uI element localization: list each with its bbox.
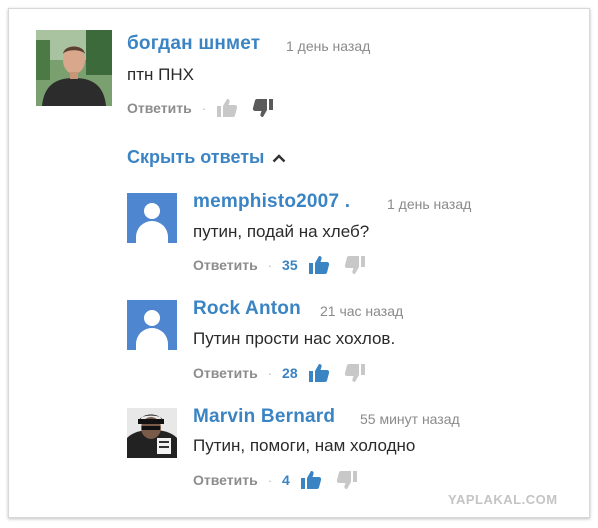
reply-button[interactable]: Ответить [193,257,258,273]
thumbs-up-icon[interactable] [300,470,322,490]
reply-button[interactable]: Ответить [193,472,258,488]
comment-author[interactable]: memphisto2007 . [193,191,350,213]
like-count: 28 [282,365,298,381]
thumbs-down-icon[interactable] [252,98,274,118]
thumbs-down-icon[interactable] [344,363,366,383]
separator-dot: · [267,257,273,273]
separator-dot: · [201,100,207,116]
thumbs-up-icon[interactable] [216,98,238,118]
separator-dot: · [267,472,273,488]
hide-replies-label: Скрыть ответы [127,147,265,167]
avatar[interactable] [127,193,177,243]
comment-actions: Ответить · 4 [193,469,372,491]
separator-dot: · [267,365,273,381]
default-user-icon [144,310,160,326]
avatar[interactable] [127,300,177,350]
comment-actions: Ответить · 35 [193,254,380,276]
comment-actions: Ответить · [127,97,288,119]
comment-author[interactable]: Rock Anton [193,298,301,320]
watermark: YAPLAKAL.COM [448,492,558,507]
comment-text: путин, подай на хлеб? [193,222,370,241]
comment-timestamp[interactable]: 21 час назад [320,303,403,319]
comment-text: Путин прости нас хохлов. [193,329,396,348]
thumbs-up-icon[interactable] [308,255,330,275]
comment-timestamp[interactable]: 1 день назад [387,196,471,212]
avatar[interactable] [127,408,177,458]
comment-timestamp[interactable]: 1 день назад [286,38,370,54]
thumbs-down-icon[interactable] [336,470,358,490]
default-user-icon [144,203,160,219]
hide-replies-link[interactable]: Скрыть ответы [127,147,286,168]
comment-timestamp[interactable]: 55 минут назад [360,411,460,427]
reply-button[interactable]: Ответить [193,365,258,381]
comment-text: птн ПНХ [127,65,194,84]
avatar[interactable] [36,30,112,106]
comment-actions: Ответить · 28 [193,362,380,384]
like-count: 4 [282,472,290,488]
comment-text: Путин, помоги, нам холодно [193,436,416,455]
chevron-up-icon [273,153,286,162]
reply-button[interactable]: Ответить [127,100,192,116]
like-count: 35 [282,257,298,273]
thumbs-up-icon[interactable] [308,363,330,383]
comment-author[interactable]: богдан шнмет [127,33,260,55]
comment-author[interactable]: Marvin Bernard [193,406,335,428]
thumbs-down-icon[interactable] [344,255,366,275]
